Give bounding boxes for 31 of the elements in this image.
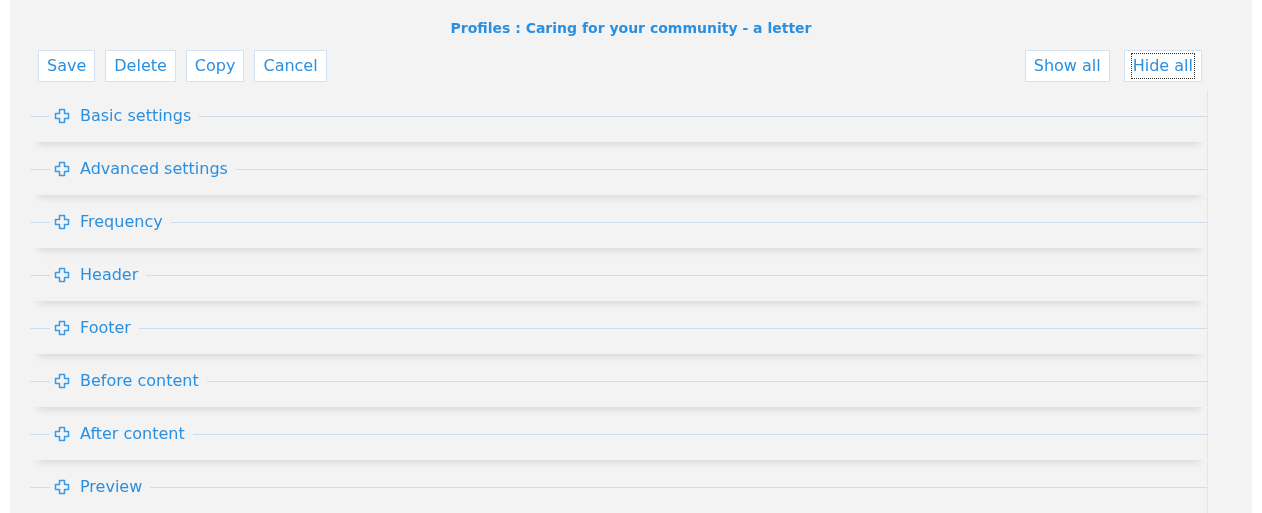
plus-icon [54, 161, 70, 177]
plus-icon [54, 373, 70, 389]
section-title: Footer [80, 317, 131, 339]
section-title: After content [80, 423, 185, 445]
toolbar-button[interactable]: Save [38, 50, 96, 82]
toolbar-button[interactable]: Cancel [254, 50, 327, 82]
plus-icon [54, 214, 70, 230]
plus-icon [54, 108, 70, 124]
plus-icon [54, 267, 70, 283]
section-title: Preview [80, 476, 143, 498]
section-title: Header [80, 264, 139, 286]
toolbar-button[interactable]: Hide all [1123, 50, 1202, 82]
toolbar-button[interactable]: Delete [105, 50, 176, 82]
section-title: Basic settings [80, 105, 192, 127]
collapsible-section[interactable]: Frequency [30, 196, 1208, 248]
plus-icon [54, 426, 70, 442]
collapsible-section[interactable]: Basic settings [30, 90, 1208, 142]
collapsible-section[interactable]: Advanced settings [30, 143, 1208, 195]
page-title: Profiles : Caring for your community - a letter [449, 19, 813, 38]
plus-icon [54, 320, 70, 336]
collapsible-section[interactable]: Before content [30, 355, 1208, 407]
plus-icon [54, 479, 70, 495]
collapsible-section[interactable]: Footer [30, 302, 1208, 354]
section-title: Advanced settings [80, 158, 228, 180]
collapsible-section[interactable]: After content [30, 408, 1208, 460]
toolbar-button[interactable]: Show all [1024, 50, 1110, 82]
section-title: Before content [80, 370, 199, 392]
collapsible-section[interactable]: Header [30, 249, 1208, 301]
toolbar-button[interactable]: Copy [185, 50, 245, 82]
section-title: Frequency [80, 211, 163, 233]
collapsible-section[interactable]: Preview [30, 461, 1208, 513]
